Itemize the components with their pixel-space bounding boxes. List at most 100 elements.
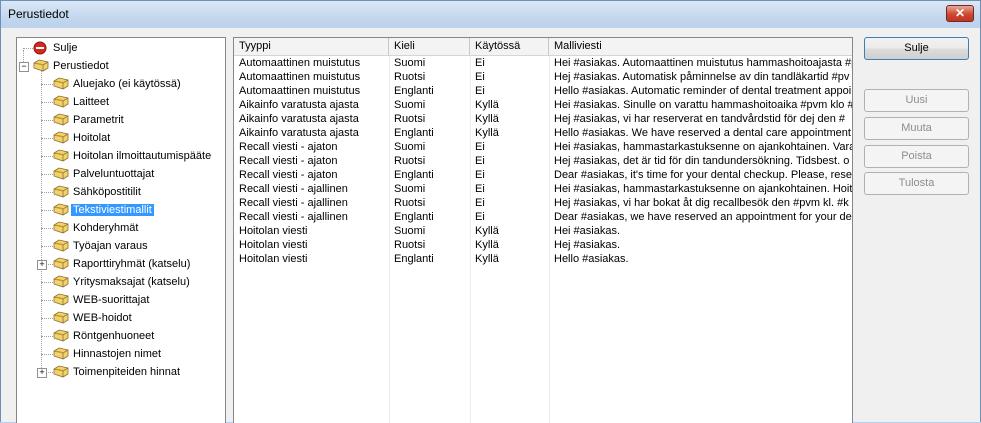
table-cell: Kyllä bbox=[475, 253, 499, 265]
tree-item-label: Hoitolan ilmoittautumispääte bbox=[73, 150, 212, 162]
table-cell: Englanti bbox=[394, 253, 434, 265]
tree-item[interactable]: Röntgenhuoneet bbox=[53, 328, 156, 344]
folder-icon bbox=[53, 311, 69, 324]
title-bar[interactable]: Perustiedot ✕ bbox=[1, 1, 980, 28]
table-cell: Ruotsi bbox=[394, 197, 426, 209]
tree-item-label: Parametrit bbox=[73, 114, 124, 126]
tree-item[interactable]: Laitteet bbox=[53, 94, 111, 110]
folder-icon bbox=[53, 365, 69, 378]
column-divider bbox=[389, 56, 390, 423]
tree-connector bbox=[41, 70, 42, 372]
tree-item[interactable]: Perustiedot bbox=[33, 58, 111, 74]
tree-item[interactable]: Hinnastojen nimet bbox=[53, 346, 163, 362]
table-cell: Ei bbox=[475, 141, 485, 153]
tree-connector bbox=[41, 246, 53, 247]
tree-item[interactable]: Sähköpostitilit bbox=[53, 184, 143, 200]
tree-item[interactable]: Palveluntuottajat bbox=[53, 166, 156, 182]
tree-item[interactable]: Kohderyhmät bbox=[53, 220, 140, 236]
table-cell: Hoitolan viesti bbox=[239, 253, 308, 265]
table-cell: Ei bbox=[475, 155, 485, 167]
tree-item[interactable]: Aluejako (ei käytössä) bbox=[53, 76, 183, 92]
table-cell: Recall viesti - ajallinen bbox=[239, 211, 348, 223]
table-cell: Aikainfo varatusta ajasta bbox=[239, 99, 359, 111]
table-row[interactable]: Recall viesti - ajaton Suomi Ei Hei #asiaka… bbox=[234, 140, 852, 154]
table-cell: Hej #asiakas, vi har reserverat en tandv… bbox=[554, 113, 846, 125]
tree-connector bbox=[41, 138, 53, 139]
table-row[interactable]: Aikainfo varatusta ajasta Ruotsi Kyllä Hej … bbox=[234, 112, 852, 126]
column-header[interactable]: Malliviesti bbox=[549, 38, 852, 55]
tree-item[interactable]: Tekstiviestimallit bbox=[53, 202, 154, 218]
table-cell: Ei bbox=[475, 169, 485, 181]
tree-item[interactable]: Raporttiryhmät (katselu) bbox=[53, 256, 192, 272]
tree-item[interactable]: WEB-hoidot bbox=[53, 310, 134, 326]
table-row[interactable]: Hoitolan viesti Suomi Kyllä Hei #asiakas. bbox=[234, 224, 852, 238]
table-row[interactable]: Automaattinen muistutus Englanti Ei Hello #… bbox=[234, 84, 852, 98]
tree-item-label: Tekstiviestimallit bbox=[71, 204, 154, 216]
table-row[interactable]: Automaattinen muistutus Ruotsi Ei Hej #asia… bbox=[234, 70, 852, 84]
folder-icon bbox=[53, 239, 69, 252]
tree-item-label: Hinnastojen nimet bbox=[73, 348, 162, 360]
navigation-tree[interactable]: Sulje Perustiedot − Aluejako (ei käytössä) L… bbox=[16, 37, 226, 423]
table-cell: Ei bbox=[475, 85, 485, 97]
tree-connector bbox=[41, 174, 53, 175]
table-row[interactable]: Recall viesti - ajaton Ruotsi Ei Hej #asiak… bbox=[234, 154, 852, 168]
table-cell: Aikainfo varatusta ajasta bbox=[239, 127, 359, 139]
tree-connector bbox=[41, 354, 53, 355]
table-row[interactable]: Hoitolan viesti Ruotsi Kyllä Hej #asiakas. bbox=[234, 238, 852, 252]
table-cell: Englanti bbox=[394, 169, 434, 181]
tree-connector bbox=[41, 156, 53, 157]
tree-item[interactable]: Parametrit bbox=[53, 112, 126, 128]
table-row[interactable]: Aikainfo varatusta ajasta Suomi Kyllä Hei #… bbox=[234, 98, 852, 112]
table-cell: Hei #asiakas, hammastarkastuksenne on aj… bbox=[554, 183, 853, 195]
table-cell: Dear #asiakas, we have reserved an appoi… bbox=[554, 211, 852, 223]
table-cell: Recall viesti - ajaton bbox=[239, 155, 338, 167]
print-button[interactable]: Tulosta bbox=[864, 172, 969, 195]
table-cell: Ei bbox=[475, 197, 485, 209]
delete-button[interactable]: Poista bbox=[864, 145, 969, 168]
table-cell: Kyllä bbox=[475, 225, 499, 237]
folder-icon bbox=[53, 131, 69, 144]
tree-item[interactable]: Yritysmaksajat (katselu) bbox=[53, 274, 192, 290]
tree-connector bbox=[41, 84, 53, 85]
tree-connector bbox=[41, 192, 53, 193]
tree-item-label: Raporttiryhmät (katselu) bbox=[73, 258, 191, 270]
tree-expander[interactable]: − bbox=[19, 62, 29, 72]
column-header[interactable]: Käytössä bbox=[470, 38, 549, 55]
tree-item-label: Aluejako (ei käytössä) bbox=[73, 78, 181, 90]
table-cell: Hej #asiakas. bbox=[554, 239, 621, 251]
tree-item[interactable]: WEB-suorittajat bbox=[53, 292, 151, 308]
column-header[interactable]: Tyyppi bbox=[234, 38, 389, 55]
column-header[interactable]: Kieli bbox=[389, 38, 470, 55]
table-row[interactable]: Automaattinen muistutus Suomi Ei Hei #asiak… bbox=[234, 56, 852, 70]
tree-item[interactable]: Toimenpiteiden hinnat bbox=[53, 364, 182, 380]
table-cell: Ei bbox=[475, 183, 485, 195]
table-cell: Recall viesti - ajallinen bbox=[239, 197, 348, 209]
table-cell: Hei #asiakas, hammastarkastuksenne on aj… bbox=[554, 141, 853, 153]
edit-button[interactable]: Muuta bbox=[864, 117, 969, 140]
table-cell: Englanti bbox=[394, 211, 434, 223]
tree-item[interactable]: Sulje bbox=[33, 40, 79, 56]
new-button[interactable]: Uusi bbox=[864, 89, 969, 112]
tree-item[interactable]: Työajan varaus bbox=[53, 238, 150, 254]
table-row[interactable]: Recall viesti - ajallinen Suomi Ei Hei #asi… bbox=[234, 182, 852, 196]
table-row[interactable]: Recall viesti - ajaton Englanti Ei Dear #as… bbox=[234, 168, 852, 182]
table-row[interactable]: Recall viesti - ajallinen Ruotsi Ei Hej #as… bbox=[234, 196, 852, 210]
tree-expander[interactable]: + bbox=[37, 368, 47, 378]
folder-icon bbox=[53, 95, 69, 108]
tree-item[interactable]: Hoitolan ilmoittautumispääte bbox=[53, 148, 213, 164]
tree-item-label: Hoitolat bbox=[73, 132, 111, 144]
message-template-table[interactable]: Tyyppi Kieli Käytössä Malliviesti Automaatt… bbox=[233, 37, 853, 423]
stop-icon bbox=[33, 41, 47, 55]
table-cell: Hei #asiakas. bbox=[554, 225, 621, 237]
table-row[interactable]: Hoitolan viesti Englanti Kyllä Hello #asiak… bbox=[234, 252, 852, 266]
window-close-button[interactable]: ✕ bbox=[946, 5, 974, 22]
folder-icon bbox=[53, 167, 69, 180]
table-cell: Ei bbox=[475, 57, 485, 69]
tree-item[interactable]: Hoitolat bbox=[53, 130, 112, 146]
close-button[interactable]: Sulje bbox=[864, 37, 969, 60]
tree-connector bbox=[41, 336, 53, 337]
table-row[interactable]: Aikainfo varatusta ajasta Englanti Kyllä He… bbox=[234, 126, 852, 140]
table-body: Automaattinen muistutus Suomi Ei Hei #asiak… bbox=[234, 56, 852, 423]
table-row[interactable]: Recall viesti - ajallinen Englanti Ei Dear … bbox=[234, 210, 852, 224]
tree-expander[interactable]: + bbox=[37, 260, 47, 270]
